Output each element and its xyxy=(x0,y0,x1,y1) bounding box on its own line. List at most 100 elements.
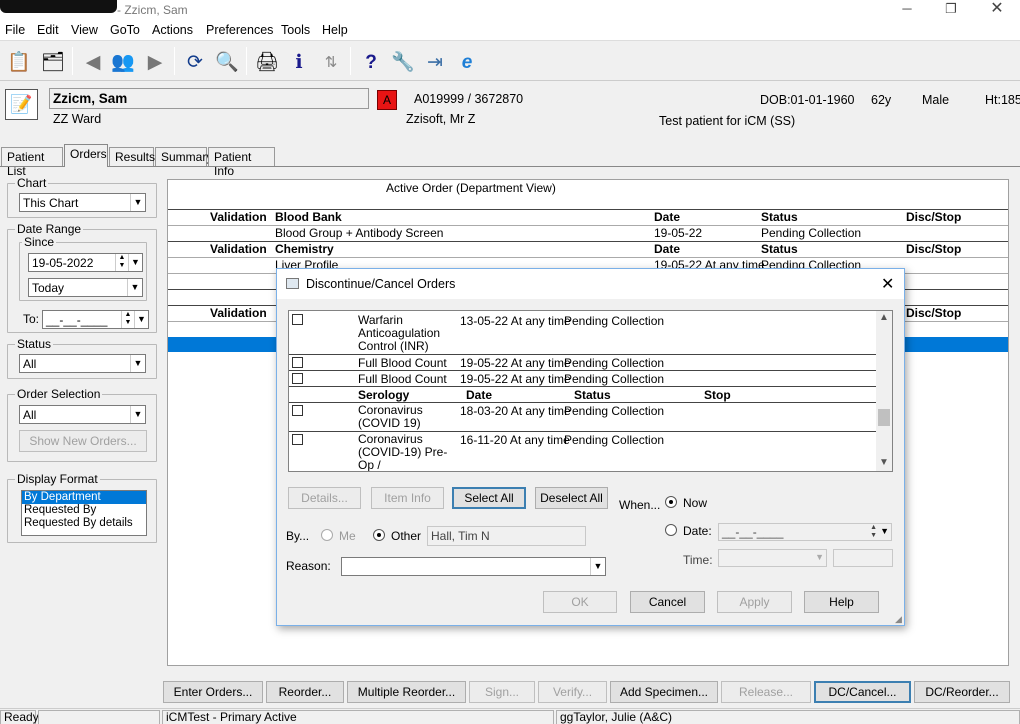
tools-icon[interactable]: 🔧 xyxy=(390,49,416,75)
status-select[interactable]: All ▼ xyxy=(19,354,146,373)
alert-badge[interactable]: A xyxy=(377,90,397,110)
patient-name: Zzicm, Sam xyxy=(49,88,369,109)
reorder-button[interactable]: Reorder... xyxy=(266,681,344,703)
edit-patient-icon[interactable]: 📝 xyxy=(5,89,38,120)
tab-summary[interactable]: Summary xyxy=(155,147,212,167)
internet-explorer-icon[interactable]: e xyxy=(454,49,480,75)
details-button[interactable]: Details... xyxy=(288,487,361,509)
order-status: Pending Collection xyxy=(761,226,862,240)
scroll-up-icon[interactable]: ▲ xyxy=(879,312,889,323)
help-icon[interactable]: ? xyxy=(358,49,384,75)
order-date: 18-03-20 At any time xyxy=(460,404,571,418)
display-format-item[interactable]: By Department xyxy=(22,491,146,504)
apply-button[interactable]: Apply xyxy=(717,591,792,613)
back-icon[interactable]: ◀ xyxy=(80,49,106,75)
menu-actions[interactable]: Actions xyxy=(152,23,193,37)
order-checkbox[interactable] xyxy=(292,373,303,384)
help-button[interactable]: Help xyxy=(804,591,879,613)
order-name: Coronavirus (COVID-19) Pre-Op / Asymptom… xyxy=(358,432,448,472)
to-date-field[interactable]: __-__-____ ▼ ▲ ▼ xyxy=(42,310,149,329)
tab-orders[interactable]: Orders xyxy=(64,144,108,167)
enter-orders-button[interactable]: Enter Orders... xyxy=(163,681,263,703)
scroll-down-icon[interactable]: ▼ xyxy=(879,457,889,468)
tab-patient-list[interactable]: Patient List xyxy=(1,147,63,178)
deselect-all-button[interactable]: Deselect All xyxy=(535,487,608,509)
show-new-orders-button[interactable]: Show New Orders... xyxy=(19,430,147,452)
close-icon[interactable]: ✕ xyxy=(881,274,894,294)
maximize-button[interactable]: ❐ xyxy=(928,0,974,20)
now-label: Now xyxy=(683,496,708,510)
dc-cancel-button[interactable]: DC/Cancel... xyxy=(814,681,911,703)
other-user-field[interactable]: Hall, Tim N xyxy=(427,526,586,546)
me-radio[interactable] xyxy=(321,529,333,541)
status-header: Status xyxy=(574,388,611,402)
patient-list-icon[interactable]: 📋 xyxy=(6,49,32,75)
close-button[interactable]: ✕ xyxy=(974,0,1020,20)
tab-results[interactable]: Results xyxy=(109,147,155,167)
menu-goto[interactable]: GoTo xyxy=(110,23,140,37)
date-field[interactable]: __-__-____ ▲ ▼ ▼ xyxy=(718,523,892,541)
add-specimen-button[interactable]: Add Specimen... xyxy=(610,681,718,703)
sign-button[interactable]: Sign... xyxy=(469,681,535,703)
order-name[interactable]: Blood Group + Antibody Screen xyxy=(275,226,443,240)
order-name: Warfarin Anticoagulation Control (INR) xyxy=(358,313,441,353)
order-checkbox[interactable] xyxy=(292,434,303,445)
patient-ward: ZZ Ward xyxy=(53,112,102,126)
order-checkbox[interactable] xyxy=(292,405,303,416)
minimize-button[interactable]: ─ xyxy=(884,0,930,20)
patient-dob: DOB:01-01-1960 xyxy=(760,93,855,107)
date-radio[interactable] xyxy=(665,524,677,536)
resize-grip-icon[interactable]: ◢ xyxy=(895,614,902,625)
cancel-button[interactable]: Cancel xyxy=(630,591,705,613)
time-select[interactable]: ▼ xyxy=(718,549,827,567)
display-format-item[interactable]: Requested By details xyxy=(22,517,146,530)
verify-button[interactable]: Verify... xyxy=(538,681,607,703)
list-scrollbar[interactable]: ▲ ▼ xyxy=(876,311,892,471)
menu-help[interactable]: Help xyxy=(322,23,348,37)
menu-view[interactable]: View xyxy=(71,23,98,37)
print-icon[interactable]: 🖨 xyxy=(254,49,280,75)
exit-icon[interactable]: ⇥ xyxy=(422,49,448,75)
display-format-list[interactable]: By Department Requested By Requested By … xyxy=(21,490,147,536)
forward-icon[interactable]: ▶ xyxy=(142,49,168,75)
order-selection-select[interactable]: All ▼ xyxy=(19,405,146,424)
since-date-field[interactable]: 19-05-2022 ▼ ▲ ▼ xyxy=(28,253,143,272)
search-icon[interactable]: 🔍 xyxy=(214,49,240,75)
now-radio[interactable] xyxy=(665,496,677,508)
scroll-thumb[interactable] xyxy=(878,409,890,426)
time-field[interactable] xyxy=(833,549,893,567)
menu-edit[interactable]: Edit xyxy=(37,23,59,37)
release-button[interactable]: Release... xyxy=(721,681,811,703)
menu-tools[interactable]: Tools xyxy=(281,23,310,37)
patient-group-icon[interactable]: 👥 xyxy=(110,49,136,75)
dc-reorder-button[interactable]: DC/Reorder... xyxy=(914,681,1010,703)
menu-preferences[interactable]: Preferences xyxy=(206,23,273,37)
period-select[interactable]: Today ▼ xyxy=(28,278,143,297)
select-all-button[interactable]: Select All xyxy=(452,487,526,509)
multiple-reorder-button[interactable]: Multiple Reorder... xyxy=(347,681,466,703)
item-info-button[interactable]: Item Info xyxy=(371,487,444,509)
date-field-value: __-__-____ xyxy=(722,525,784,539)
spin-icon[interactable]: ▲ ▼ xyxy=(870,524,877,540)
order-checkbox[interactable] xyxy=(292,357,303,368)
refresh-icon[interactable]: ⟳ xyxy=(182,49,208,75)
info-icon[interactable]: ℹ xyxy=(286,49,312,75)
orders-list[interactable]: Warfarin Anticoagulation Control (INR) 1… xyxy=(288,310,893,472)
patient-select-icon[interactable]: 🗂 xyxy=(40,49,66,75)
spin-icon[interactable]: ▲ ▼ xyxy=(121,311,134,328)
disc-stop-header: Disc/Stop xyxy=(906,306,962,320)
patient-ids: A019999 / 3672870 xyxy=(414,92,524,106)
other-radio[interactable] xyxy=(373,529,385,541)
display-format-item[interactable]: Requested By xyxy=(22,504,146,517)
tab-patient-info[interactable]: Patient Info xyxy=(208,147,275,178)
chart-select[interactable]: This Chart ▼ xyxy=(19,193,146,212)
order-checkbox[interactable] xyxy=(292,314,303,325)
sort-icon[interactable]: ⇅ xyxy=(318,49,344,75)
patient-age: 62y xyxy=(871,93,892,107)
ok-button[interactable]: OK xyxy=(543,591,617,613)
spin-icon[interactable]: ▲ ▼ xyxy=(115,254,128,271)
status-header: Status xyxy=(761,210,798,224)
menu-file[interactable]: File xyxy=(5,23,25,37)
serology-header: Serology xyxy=(358,388,410,402)
reason-select[interactable]: ▼ xyxy=(341,557,606,576)
